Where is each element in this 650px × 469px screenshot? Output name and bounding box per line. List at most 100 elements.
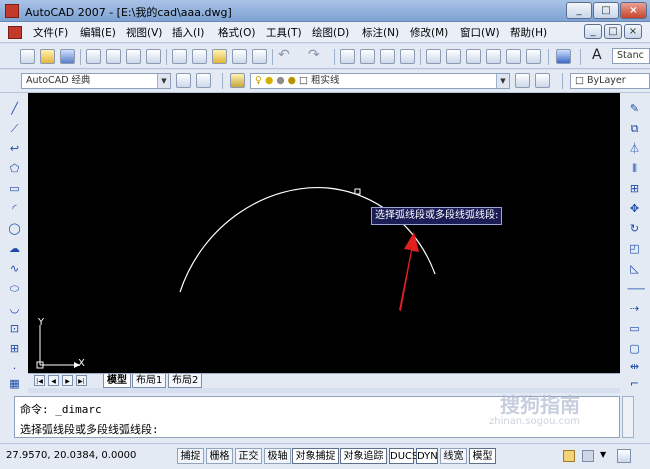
last-tab-icon[interactable]: ▶| (76, 375, 87, 386)
hatch-icon[interactable]: ▦ (7, 376, 22, 391)
insert-block-icon[interactable]: ⊡ (7, 321, 22, 336)
3d-dwf-icon[interactable] (146, 49, 161, 64)
workspace-save-icon[interactable] (196, 73, 211, 88)
menu-help[interactable]: 帮助(H) (510, 25, 547, 40)
save-icon[interactable] (60, 49, 75, 64)
menu-format[interactable]: 格式(O) (218, 25, 255, 40)
clean-screen-icon[interactable] (617, 449, 631, 463)
text-style-combo[interactable]: Stanc (612, 48, 650, 64)
ortho-button[interactable]: 正交 (235, 448, 262, 464)
lineweight-button[interactable]: 线宽 (440, 448, 467, 464)
communication-icon[interactable] (582, 450, 594, 462)
break-icon[interactable]: ▭ (627, 321, 642, 336)
model-button[interactable]: 模型 (469, 448, 496, 464)
layer-previous-icon[interactable] (535, 73, 550, 88)
status-menu-chevron-icon[interactable]: ▼ (600, 450, 606, 459)
move-icon[interactable]: ✥ (627, 201, 642, 216)
copy-object-icon[interactable]: ⧉ (627, 121, 642, 136)
menu-edit[interactable]: 编辑(E) (80, 25, 116, 40)
lock-icon[interactable] (563, 450, 575, 462)
close-button[interactable]: × (620, 2, 647, 19)
scale-icon[interactable]: ◰ (627, 241, 642, 256)
print-icon[interactable] (86, 49, 101, 64)
new-icon[interactable] (20, 49, 35, 64)
offset-icon[interactable]: ⫴ (627, 161, 642, 176)
circle-icon[interactable]: ◯ (7, 221, 22, 236)
array-icon[interactable]: ⊞ (627, 181, 642, 196)
redo-icon[interactable]: ↷ (308, 47, 320, 63)
workspace-combo[interactable]: AutoCAD 经典 ▼ (21, 73, 171, 89)
chamfer-icon[interactable]: ⇹ (627, 359, 642, 374)
prev-tab-icon[interactable]: ◀ (48, 375, 59, 386)
construction-line-icon[interactable]: ⟋ (7, 121, 22, 136)
cut-icon[interactable] (172, 49, 187, 64)
maximize-button[interactable]: □ (593, 2, 619, 19)
osnap-button[interactable]: 对象捕捉 (292, 448, 339, 464)
menu-draw[interactable]: 绘图(D) (312, 25, 349, 40)
snap-button[interactable]: 捕捉 (177, 448, 204, 464)
line-icon[interactable]: ╱ (7, 101, 22, 116)
next-tab-icon[interactable]: ▶ (62, 375, 73, 386)
tab-model[interactable]: 模型 (103, 374, 131, 388)
ellipse-icon[interactable]: ⬭ (7, 281, 22, 296)
extend-icon[interactable]: ⇢ (627, 301, 642, 316)
arc-icon[interactable]: ◜ (7, 201, 22, 216)
doc-minimize-button[interactable]: _ (584, 24, 602, 39)
copy-icon[interactable] (192, 49, 207, 64)
join-icon[interactable]: ▢ (627, 341, 642, 356)
preview-icon[interactable] (106, 49, 121, 64)
text-style-icon[interactable]: A (592, 47, 602, 63)
zoom-previous-icon[interactable] (400, 49, 415, 64)
doc-restore-button[interactable]: □ (604, 24, 622, 39)
menu-insert[interactable]: 插入(I) (172, 25, 204, 40)
menu-file[interactable]: 文件(F) (33, 25, 68, 40)
color-combo[interactable]: □ ByLayer (570, 73, 650, 89)
sheet-set-icon[interactable] (486, 49, 501, 64)
rectangle-icon[interactable]: ▭ (7, 181, 22, 196)
markup-icon[interactable] (506, 49, 521, 64)
trim-icon[interactable]: ⸺ (627, 281, 645, 296)
dyn-button[interactable]: DYN (416, 448, 438, 464)
grid-button[interactable]: 栅格 (206, 448, 233, 464)
fillet-icon[interactable]: ⌐ (627, 376, 642, 391)
make-current-layer-icon[interactable] (515, 73, 530, 88)
workspace-settings-icon[interactable] (176, 73, 191, 88)
zoom-realtime-icon[interactable] (360, 49, 375, 64)
ducs-button[interactable]: DUCS (389, 448, 418, 464)
undo-icon[interactable]: ↶ (278, 47, 290, 63)
minimize-button[interactable]: _ (566, 2, 592, 19)
menu-view[interactable]: 视图(V) (126, 25, 162, 40)
rotate-icon[interactable]: ↻ (627, 221, 642, 236)
erase-icon[interactable]: ✎ (627, 101, 642, 116)
polygon-icon[interactable]: ⬠ (7, 161, 22, 176)
otrack-button[interactable]: 对象追踪 (340, 448, 387, 464)
zoom-window-icon[interactable] (380, 49, 395, 64)
help-icon[interactable] (556, 49, 571, 64)
menu-modify[interactable]: 修改(M) (410, 25, 448, 40)
make-block-icon[interactable]: ⊞ (7, 341, 22, 356)
polar-button[interactable]: 极轴 (264, 448, 291, 464)
layer-manager-icon[interactable] (230, 73, 245, 88)
mirror-icon[interactable]: ⏃ (627, 141, 642, 156)
paste-icon[interactable] (212, 49, 227, 64)
layer-combo[interactable]: ♀ ● ● ● □ 粗实线 ▼ (250, 73, 510, 89)
first-tab-icon[interactable]: |◀ (34, 375, 45, 386)
doc-close-button[interactable]: × (624, 24, 642, 39)
publish-icon[interactable] (126, 49, 141, 64)
menu-window[interactable]: 窗口(W) (460, 25, 500, 40)
menu-dimension[interactable]: 标注(N) (362, 25, 399, 40)
document-icon[interactable] (8, 26, 22, 39)
command-scrollbar[interactable] (622, 396, 634, 438)
polyline-icon[interactable]: ↩ (7, 141, 22, 156)
design-center-icon[interactable] (446, 49, 461, 64)
point-icon[interactable]: · (7, 361, 22, 376)
match-properties-icon[interactable] (232, 49, 247, 64)
tool-palettes-icon[interactable] (466, 49, 481, 64)
properties-icon[interactable] (426, 49, 441, 64)
open-icon[interactable] (40, 49, 55, 64)
tab-layout2[interactable]: 布局2 (168, 374, 203, 388)
menu-tools[interactable]: 工具(T) (266, 25, 302, 40)
ellipse-arc-icon[interactable]: ◡ (7, 301, 22, 316)
pan-icon[interactable] (340, 49, 355, 64)
drawing-area[interactable]: Y X (28, 93, 620, 373)
